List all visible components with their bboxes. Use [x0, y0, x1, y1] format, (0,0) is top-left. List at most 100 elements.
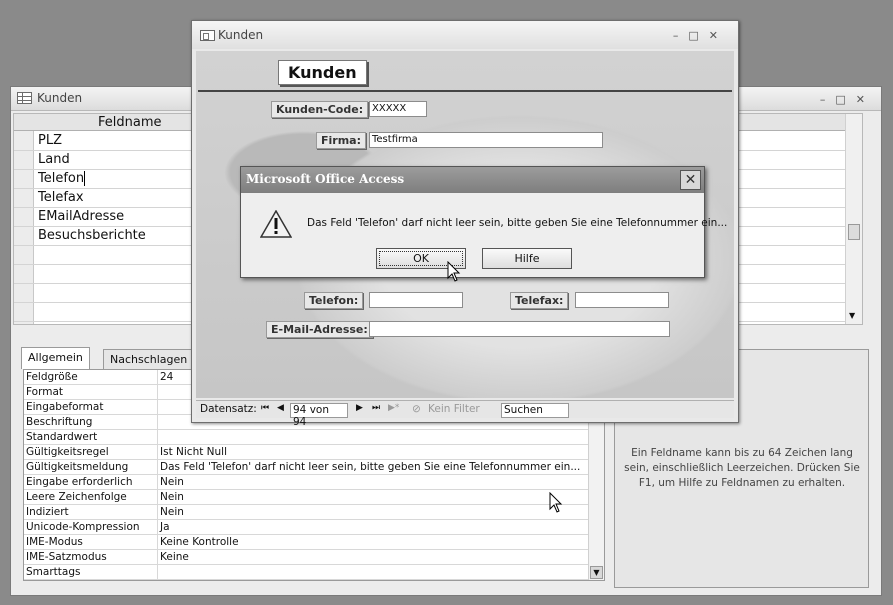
- telefon-label: Telefon:: [304, 292, 364, 309]
- field-name-cell[interactable]: Besuchsberichte: [38, 228, 146, 243]
- property-value[interactable]: 24: [160, 371, 173, 383]
- property-value[interactable]: Keine: [160, 551, 189, 563]
- form-heading: Kunden: [278, 60, 367, 85]
- field-name-cell[interactable]: Telefax: [38, 190, 84, 205]
- property-separator: [157, 370, 158, 384]
- property-separator: [157, 445, 158, 459]
- record-nav-label: Datensatz:: [200, 403, 257, 415]
- telefon-field[interactable]: [369, 292, 463, 308]
- form-icon: [200, 30, 215, 41]
- property-value[interactable]: Nein: [160, 491, 184, 503]
- mouse-cursor-icon: [549, 492, 563, 513]
- property-value[interactable]: Nein: [160, 506, 184, 518]
- property-key: Gültigkeitsmeldung: [26, 461, 129, 473]
- maximize-icon[interactable]: □: [688, 29, 708, 42]
- property-row[interactable]: Eingabe erforderlich Nein: [24, 475, 588, 490]
- property-row[interactable]: Smarttags: [24, 565, 588, 580]
- mouse-cursor-icon: [447, 261, 461, 282]
- property-row[interactable]: Gültigkeitsmeldung Das Feld 'Telefon' dar…: [24, 460, 588, 475]
- property-separator: [157, 400, 158, 414]
- record-position-field[interactable]: 94 von 94: [290, 403, 348, 428]
- field-name-cell[interactable]: PLZ: [38, 133, 62, 148]
- form-window-controls[interactable]: –□✕: [673, 29, 728, 42]
- telefax-label: Telefax:: [510, 292, 569, 309]
- dialog-close-icon[interactable]: ✕: [680, 170, 701, 190]
- property-separator: [157, 415, 158, 429]
- field-name-cell[interactable]: Telefon: [38, 171, 86, 186]
- warning-icon: [260, 210, 292, 238]
- firma-label: Firma:: [316, 132, 366, 149]
- design-window-title: Kunden: [37, 91, 83, 105]
- kunden-code-label: Kunden-Code:: [271, 101, 369, 118]
- tab-allgemein[interactable]: Allgemein: [21, 347, 90, 369]
- property-separator: [157, 535, 158, 549]
- property-value[interactable]: Nein: [160, 476, 184, 488]
- property-key: Unicode-Kompression: [26, 521, 140, 533]
- property-separator: [157, 520, 158, 534]
- minimize-icon[interactable]: –: [673, 29, 689, 42]
- email-field[interactable]: [369, 321, 670, 337]
- dialog-title: Microsoft Office Access: [246, 172, 405, 186]
- property-row[interactable]: Leere Zeichenfolge Nein: [24, 490, 588, 505]
- property-key: Indiziert: [26, 506, 69, 518]
- property-separator: [157, 490, 158, 504]
- kunden-code-field[interactable]: XXXXX: [369, 101, 427, 117]
- property-row[interactable]: IME-Satzmodus Keine: [24, 550, 588, 565]
- column-header-feldname: Feldname: [98, 115, 162, 130]
- close-icon[interactable]: ✕: [709, 29, 728, 42]
- search-field[interactable]: Suchen: [501, 403, 569, 418]
- previous-record-icon[interactable]: ◀: [277, 403, 284, 413]
- property-separator: [157, 430, 158, 444]
- help-button[interactable]: Hilfe: [482, 248, 572, 269]
- property-separator: [157, 475, 158, 489]
- property-key: Standardwert: [26, 431, 98, 443]
- property-key: IME-Satzmodus: [26, 551, 107, 563]
- property-separator: [157, 565, 158, 579]
- telefax-field[interactable]: [575, 292, 669, 308]
- scroll-down-icon[interactable]: ▼: [590, 566, 603, 579]
- scrollbar-thumb[interactable]: [848, 224, 860, 240]
- field-name-cell[interactable]: EMailAdresse: [38, 209, 124, 224]
- dialog-message: Das Feld 'Telefon' darf nicht leer sein,…: [307, 217, 728, 229]
- property-key: Smarttags: [26, 566, 81, 578]
- property-value[interactable]: Ist Nicht Null: [160, 446, 227, 458]
- property-row[interactable]: IME-Modus Keine Kontrolle: [24, 535, 588, 550]
- property-key: Eingabeformat: [26, 401, 104, 413]
- property-separator: [157, 460, 158, 474]
- tab-nachschlagen[interactable]: Nachschlagen: [103, 349, 195, 369]
- property-key: Beschriftung: [26, 416, 93, 428]
- property-key: Format: [26, 386, 64, 398]
- next-record-icon[interactable]: ▶: [356, 403, 363, 413]
- firma-field[interactable]: Testfirma: [369, 132, 603, 148]
- property-value[interactable]: Ja: [160, 521, 170, 533]
- maximize-icon[interactable]: □: [835, 93, 855, 106]
- form-window-title: Kunden: [218, 28, 264, 42]
- error-dialog: Microsoft Office Access ✕ Das Feld 'Tele…: [240, 166, 727, 282]
- design-window-controls[interactable]: –□✕: [820, 93, 875, 106]
- property-value[interactable]: Das Feld 'Telefon' darf nicht leer sein,…: [160, 461, 580, 473]
- property-separator: [157, 550, 158, 564]
- email-label: E-Mail-Adresse:: [266, 321, 373, 338]
- property-row[interactable]: Standardwert: [24, 430, 588, 445]
- filter-status[interactable]: Kein Filter: [428, 403, 480, 415]
- property-separator: [157, 385, 158, 399]
- property-value[interactable]: Keine Kontrolle: [160, 536, 239, 548]
- last-record-icon[interactable]: ⏭: [372, 403, 380, 413]
- minimize-icon[interactable]: –: [820, 93, 836, 106]
- property-key: Eingabe erforderlich: [26, 476, 133, 488]
- new-record-icon[interactable]: ▶*: [388, 403, 399, 413]
- first-record-icon[interactable]: ⏮: [261, 403, 269, 413]
- filter-icon[interactable]: ⊘: [412, 403, 421, 415]
- form-titlebar: Kunden –□✕: [192, 21, 738, 49]
- property-row[interactable]: Unicode-Kompression Ja: [24, 520, 588, 535]
- grid-scrollbar[interactable]: ▼: [845, 114, 862, 324]
- help-text: Ein Feldname kann bis zu 64 Zeichen lang…: [624, 447, 860, 489]
- property-separator: [157, 505, 158, 519]
- scroll-down-icon[interactable]: ▼: [849, 311, 855, 320]
- property-row[interactable]: Indiziert Nein: [24, 505, 588, 520]
- field-name-cell[interactable]: Land: [38, 152, 70, 167]
- property-key: IME-Modus: [26, 536, 83, 548]
- close-icon[interactable]: ✕: [856, 93, 875, 106]
- table-icon: [17, 92, 32, 104]
- property-row[interactable]: Gültigkeitsregel Ist Nicht Null: [24, 445, 588, 460]
